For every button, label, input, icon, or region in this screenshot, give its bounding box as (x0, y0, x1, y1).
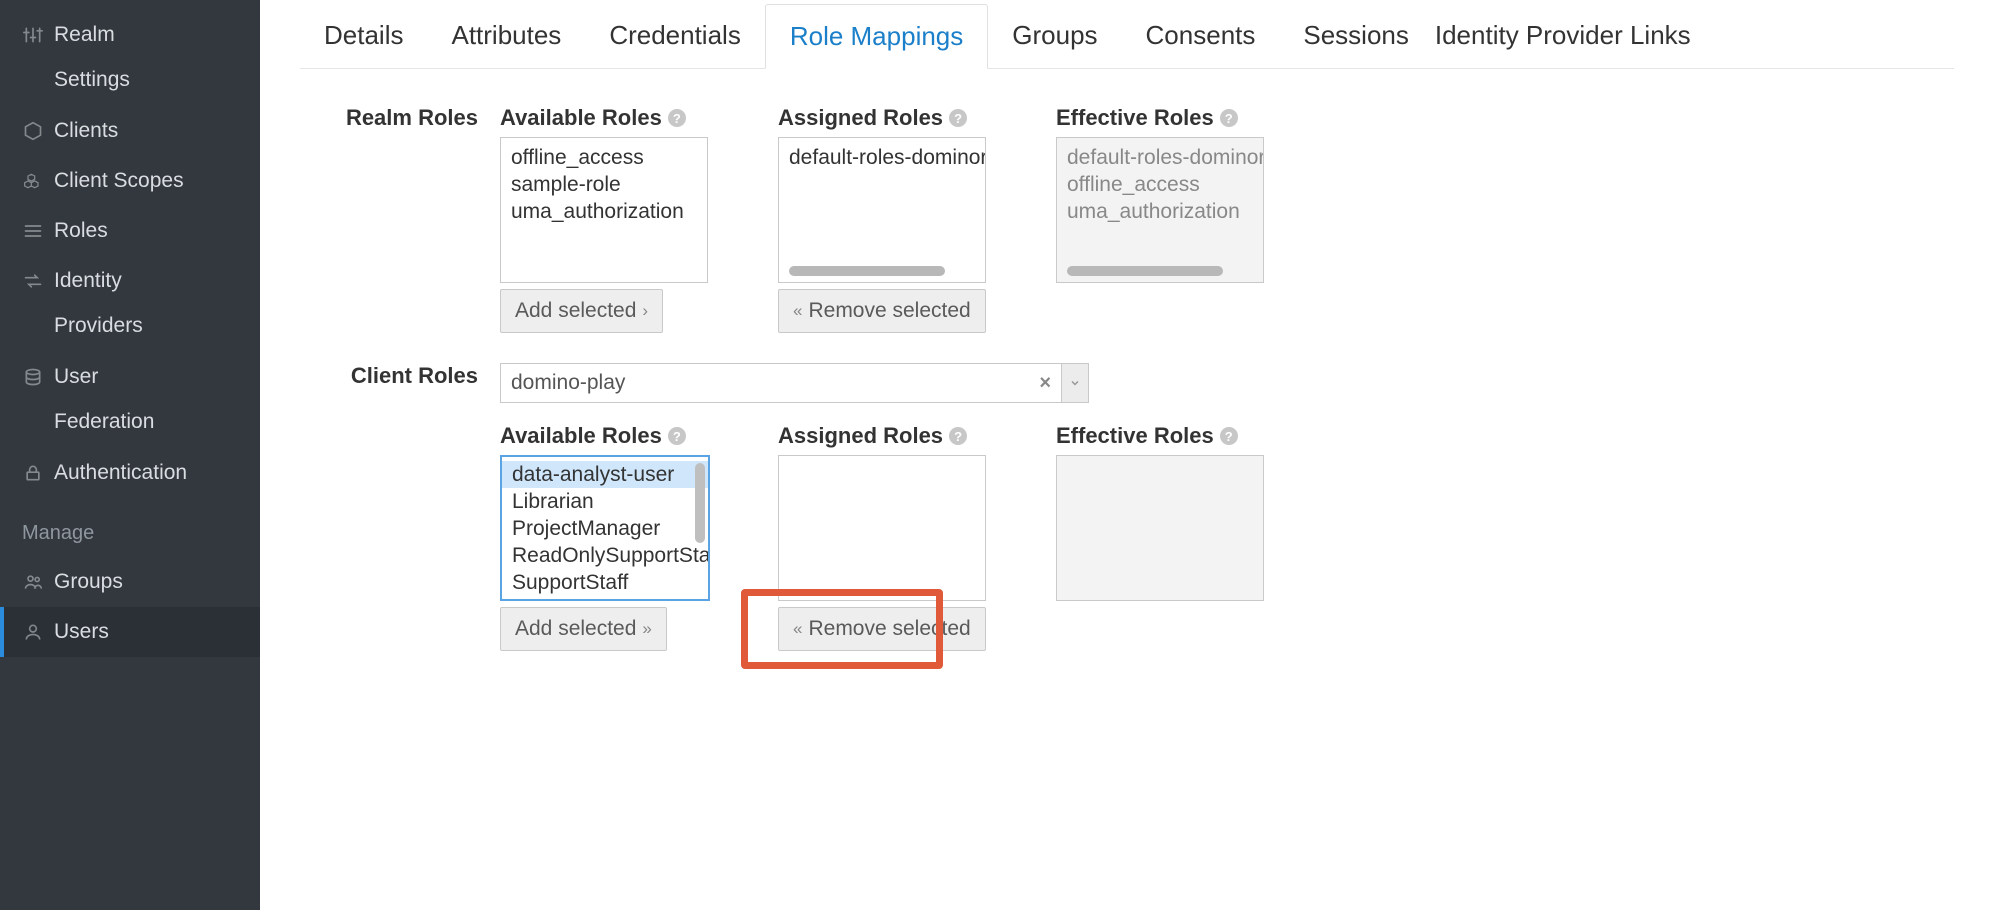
help-icon[interactable]: ? (1220, 427, 1238, 445)
tab-attributes[interactable]: Attributes (427, 4, 585, 68)
tab-groups[interactable]: Groups (988, 4, 1121, 68)
list-item: uma_authorization (1057, 198, 1263, 225)
client-select-dropdown[interactable] (1061, 363, 1089, 403)
assigned-roles-header: Assigned Roles ? (778, 105, 986, 131)
sidebar-item-roles[interactable]: Roles (0, 206, 260, 256)
chevron-down-icon (1069, 377, 1081, 389)
available-roles-header: Available Roles ? (500, 105, 708, 131)
tab-sessions[interactable]: Sessions (1279, 4, 1433, 68)
realm-roles-label: Realm Roles (300, 105, 500, 333)
sidebar-item-label: Client Scopes (54, 169, 184, 193)
list-item[interactable]: SupportStaff (502, 569, 708, 596)
list-item[interactable]: data-analyst-user (502, 461, 708, 488)
client-remove-selected-button[interactable]: « Remove selected (778, 607, 986, 651)
effective-roles-header: Effective Roles ? (1056, 105, 1264, 131)
client-available-roles-header: Available Roles ? (500, 423, 708, 449)
realm-effective-roles-list: default-roles-dominor offline_access uma… (1056, 137, 1264, 283)
user-icon (22, 621, 44, 643)
sidebar-item-label: Clients (54, 119, 118, 143)
sidebar-item-clients[interactable]: Clients (0, 106, 260, 156)
help-icon[interactable]: ? (668, 427, 686, 445)
list-item[interactable]: Librarian (502, 488, 708, 515)
clear-icon[interactable]: × (1039, 372, 1051, 395)
sidebar-item-label: Identity (54, 269, 122, 293)
client-roles-section: Client Roles domino-play × Available Rol… (300, 363, 1290, 651)
list-item[interactable]: ProjectManager (502, 515, 708, 542)
list-item[interactable]: uma_authorization (501, 198, 707, 225)
remove-selected-button[interactable]: « Remove selected (778, 289, 986, 333)
help-icon[interactable]: ? (668, 109, 686, 127)
list-item: offline_access (1057, 171, 1263, 198)
realm-available-roles-list[interactable]: offline_access sample-role uma_authoriza… (500, 137, 708, 283)
list-item[interactable]: sample-role (501, 171, 707, 198)
main-content: Details Attributes Credentials Role Mapp… (260, 0, 1994, 910)
client-assigned-roles-header: Assigned Roles ? (778, 423, 986, 449)
client-add-selected-button[interactable]: Add selected » (500, 607, 667, 651)
lock-icon (22, 462, 44, 484)
sidebar-sub-providers[interactable]: Providers (0, 306, 260, 352)
client-select[interactable]: domino-play × (500, 363, 1062, 403)
tab-identity-provider-links[interactable]: Identity Provider Links (1433, 4, 1715, 68)
sidebar-item-identity[interactable]: Identity (0, 256, 260, 306)
list-item: default-roles-dominor (1057, 144, 1263, 171)
list-item[interactable]: default-roles-dominor (779, 144, 985, 171)
sidebar-item-client-scopes[interactable]: Client Scopes (0, 156, 260, 206)
sidebar-sub-federation[interactable]: Federation (0, 402, 260, 448)
tab-consents[interactable]: Consents (1122, 4, 1280, 68)
exchange-icon (22, 270, 44, 292)
help-icon[interactable]: ? (949, 109, 967, 127)
database-icon (22, 366, 44, 388)
tab-role-mappings[interactable]: Role Mappings (765, 4, 988, 69)
sidebar-item-label: Users (54, 620, 109, 644)
sidebar-item-label: Groups (54, 570, 123, 594)
sidebar-item-groups[interactable]: Groups (0, 557, 260, 607)
sliders-icon (22, 24, 44, 46)
list-icon (22, 220, 44, 242)
tab-credentials[interactable]: Credentials (585, 4, 765, 68)
realm-roles-section: Realm Roles Available Roles ? offline_ac… (300, 105, 1290, 333)
sidebar-item-label: Realm (54, 23, 115, 47)
sidebar: Realm Settings Clients Client Scopes Rol… (0, 0, 260, 910)
list-item[interactable]: ReadOnlySupportStaff (502, 542, 708, 569)
add-selected-button[interactable]: Add selected › (500, 289, 663, 333)
sidebar-item-user[interactable]: User (0, 352, 260, 402)
client-roles-label: Client Roles (300, 363, 500, 651)
cubes-icon (22, 170, 44, 192)
client-available-roles-list[interactable]: data-analyst-user Librarian ProjectManag… (500, 455, 710, 601)
scrollbar[interactable] (695, 463, 705, 543)
cube-icon (22, 120, 44, 142)
tabs: Details Attributes Credentials Role Mapp… (300, 4, 1954, 69)
client-effective-roles-header: Effective Roles ? (1056, 423, 1264, 449)
list-item[interactable]: offline_access (501, 144, 707, 171)
sidebar-item-realm[interactable]: Realm (0, 10, 260, 60)
client-select-value: domino-play (511, 371, 625, 395)
chevron-right-icon: » (642, 619, 651, 639)
client-effective-roles-list (1056, 455, 1264, 601)
chevron-left-icon: « (793, 619, 802, 639)
chevron-left-icon: « (793, 301, 802, 321)
realm-assigned-roles-list[interactable]: default-roles-dominor (778, 137, 986, 283)
sidebar-item-authentication[interactable]: Authentication (0, 448, 260, 498)
sidebar-sub-settings[interactable]: Settings (0, 60, 260, 106)
chevron-right-icon: › (642, 301, 648, 321)
sidebar-item-label: User (54, 365, 98, 389)
group-icon (22, 571, 44, 593)
tab-details[interactable]: Details (300, 4, 427, 68)
sidebar-item-users[interactable]: Users (0, 607, 260, 657)
help-icon[interactable]: ? (1220, 109, 1238, 127)
sidebar-item-label: Roles (54, 219, 108, 243)
sidebar-item-label: Authentication (54, 461, 187, 485)
help-icon[interactable]: ? (949, 427, 967, 445)
client-assigned-roles-list[interactable] (778, 455, 986, 601)
sidebar-section-manage: Manage (0, 498, 260, 557)
